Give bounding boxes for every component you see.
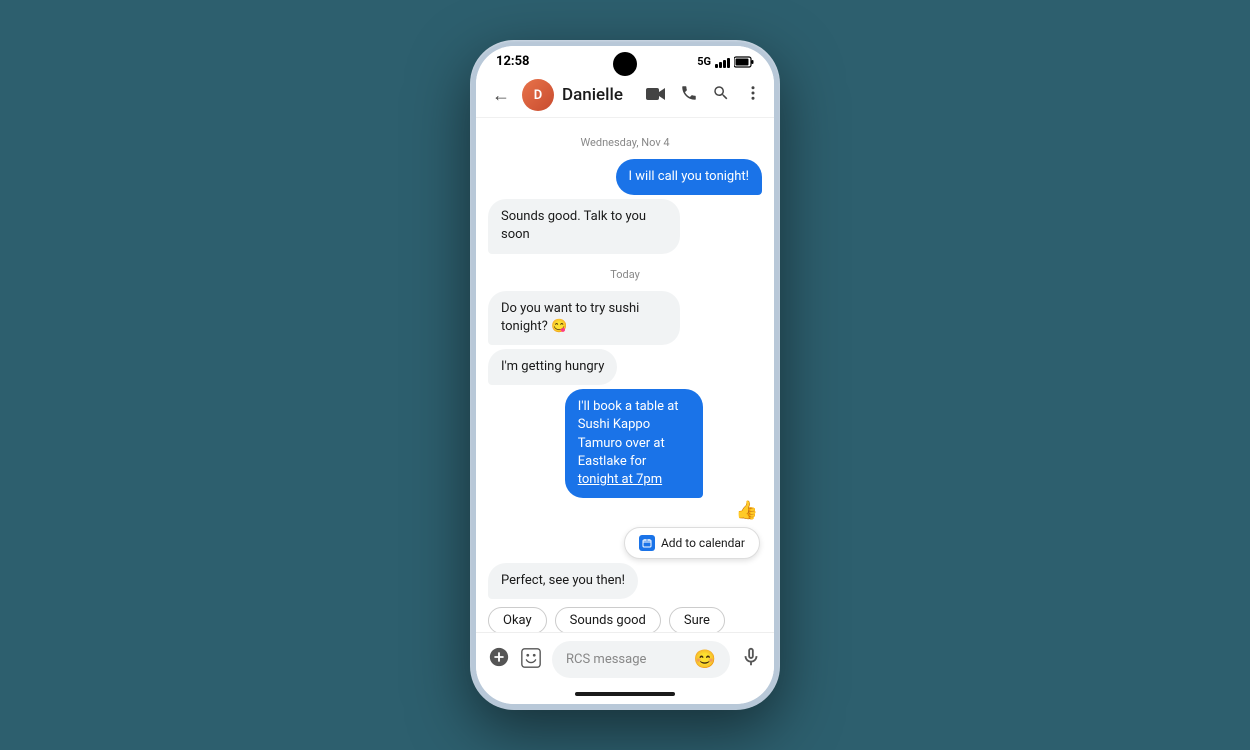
calendar-icon [639, 535, 655, 551]
message-received-3: I'm getting hungry [488, 349, 617, 385]
status-icons: 5G [697, 55, 754, 68]
network-label: 5G [697, 55, 711, 68]
message-received-2: Do you want to try sushi tonight? 😋 [488, 291, 680, 345]
emoji-button[interactable]: 😊 [694, 649, 716, 670]
phone-icon[interactable] [680, 84, 698, 107]
add-to-calendar-button[interactable]: Add to calendar [624, 527, 760, 559]
date-divider-1: Wednesday, Nov 4 [488, 136, 762, 149]
message-input[interactable]: RCS message 😊 [552, 641, 730, 678]
battery-icon [734, 56, 754, 68]
signal-bars [715, 56, 730, 68]
emoji-reaction: 👍 [565, 500, 758, 521]
more-options-icon[interactable] [744, 84, 762, 107]
message-sent-1: I will call you tonight! [616, 159, 762, 195]
message-received-4: Perfect, see you then! [488, 563, 638, 599]
message-sent-2: I'll book a table at Sushi Kappo Tamuro … [565, 389, 703, 498]
quick-reply-sounds-good[interactable]: Sounds good [555, 607, 661, 632]
home-indicator [575, 692, 675, 696]
time-link[interactable]: tonight at 7pm [578, 472, 662, 487]
quick-replies: Okay Sounds good Sure [488, 607, 725, 632]
contact-name: Danielle [562, 85, 638, 105]
camera-notch [613, 52, 637, 76]
calendar-label: Add to calendar [661, 536, 745, 550]
chat-area: Wednesday, Nov 4 I will call you tonight… [476, 118, 774, 632]
nav-icons [646, 84, 762, 107]
sticker-button[interactable] [520, 647, 542, 673]
date-divider-2: Today [488, 268, 762, 281]
back-button[interactable]: ← [488, 81, 514, 110]
bottom-bar: RCS message 😊 [476, 632, 774, 686]
top-nav: ← D Danielle [476, 73, 774, 118]
message-received-1: Sounds good. Talk to you soon [488, 199, 680, 253]
search-icon[interactable] [712, 84, 730, 107]
message-placeholder: RCS message [566, 652, 646, 667]
quick-reply-sure[interactable]: Sure [669, 607, 725, 632]
phone-device: 12:58 5G ← D [470, 40, 780, 710]
add-attachment-button[interactable] [488, 646, 510, 674]
status-time: 12:58 [496, 54, 530, 69]
video-call-icon[interactable] [646, 85, 666, 106]
avatar: D [522, 79, 554, 111]
mic-button[interactable] [740, 646, 762, 673]
home-bar [476, 686, 774, 704]
status-bar: 12:58 5G [476, 46, 774, 73]
avatar-initials: D [534, 88, 542, 103]
quick-reply-okay[interactable]: Okay [488, 607, 547, 632]
phone-screen: 12:58 5G ← D [476, 46, 774, 704]
